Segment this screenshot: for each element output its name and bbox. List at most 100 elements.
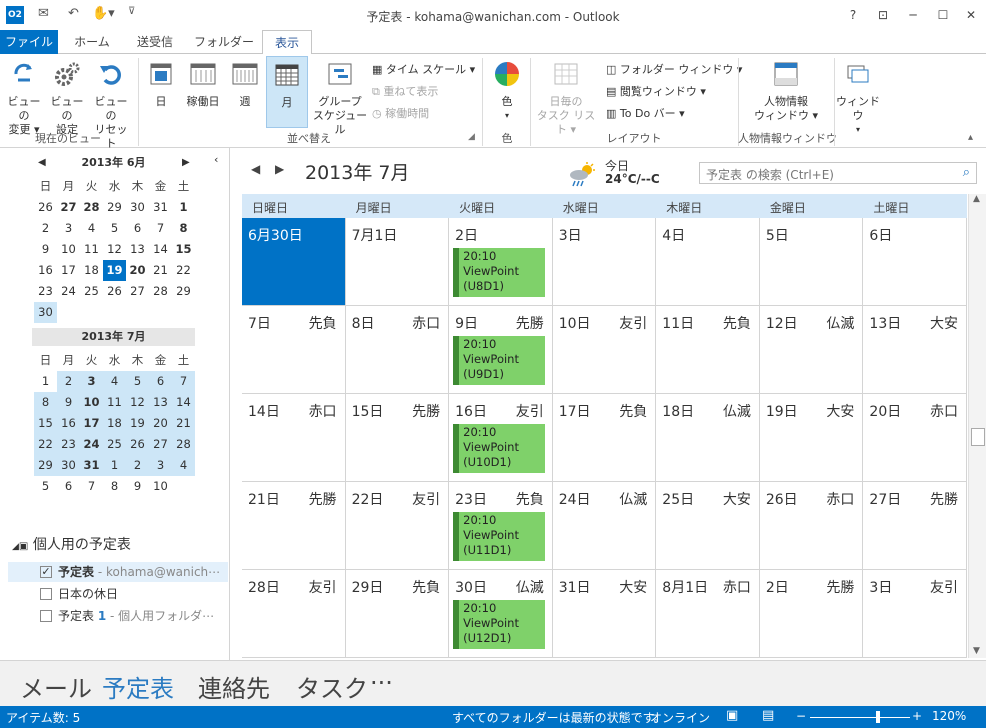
- folder-pane-button[interactable]: ◫ フォルダー ウィンドウ ▾: [606, 60, 742, 80]
- todo-bar-button[interactable]: ▥ To Do バー ▾: [606, 104, 685, 124]
- mini-cal-day[interactable]: 11: [103, 392, 126, 413]
- mini-cal-day[interactable]: 7: [80, 476, 103, 497]
- prev-month-button[interactable]: ◀: [251, 162, 260, 176]
- view-settings-button[interactable]: ビューの 設定: [46, 60, 88, 137]
- mini-cal-day[interactable]: 7: [149, 218, 172, 239]
- mini-cal-day[interactable]: 27: [126, 281, 149, 302]
- collapse-ribbon-icon[interactable]: ▴: [968, 132, 973, 143]
- day-cell[interactable]: 15日 先勝: [345, 394, 450, 482]
- day-cell[interactable]: 11日 先負: [656, 306, 760, 394]
- appointment[interactable]: 20:10 ViewPoint (U10D1): [453, 424, 546, 473]
- tab-folder[interactable]: フォルダー: [188, 30, 260, 54]
- day-cell[interactable]: 21日 先勝: [242, 482, 346, 570]
- mini-cal-day[interactable]: 26: [34, 197, 57, 218]
- day-cell[interactable]: 17日 先負: [552, 394, 657, 482]
- mini-cal-day[interactable]: 16: [57, 413, 80, 434]
- nav-calendar[interactable]: 予定表: [102, 669, 174, 704]
- nav-tasks[interactable]: タスク: [296, 669, 368, 704]
- day-cell[interactable]: 4日: [656, 218, 760, 306]
- day-cell[interactable]: 22日 友引: [345, 482, 450, 570]
- mini-cal-day[interactable]: 20: [126, 260, 149, 281]
- day-cell[interactable]: 27日 先勝: [863, 482, 967, 570]
- mini-cal-day[interactable]: 21: [172, 413, 195, 434]
- mini-cal-day[interactable]: 4: [172, 455, 195, 476]
- day-cell[interactable]: 19日 大安: [759, 394, 864, 482]
- mini-cal-day[interactable]: 27: [149, 434, 172, 455]
- day-cell[interactable]: 18日 仏滅: [656, 394, 760, 482]
- mini-cal-day[interactable]: 18: [80, 260, 103, 281]
- mini-cal-day[interactable]: 31: [149, 197, 172, 218]
- mini-cal-day[interactable]: 12: [126, 392, 149, 413]
- month-view-button[interactable]: 月: [266, 56, 308, 128]
- day-cell[interactable]: 3日: [552, 218, 657, 306]
- day-view-button[interactable]: 日: [144, 60, 178, 109]
- day-cell[interactable]: 7日 先負: [242, 306, 346, 394]
- mini-cal-day[interactable]: 21: [149, 260, 172, 281]
- mini-cal-day[interactable]: 10: [80, 392, 103, 413]
- maximize-button[interactable]: ☐: [932, 4, 954, 26]
- mini-cal-day[interactable]: 26: [103, 281, 126, 302]
- reading-view-icon[interactable]: ▤: [762, 708, 774, 723]
- appointment[interactable]: 20:10 ViewPoint (U9D1): [453, 336, 546, 385]
- minimize-button[interactable]: ─: [902, 4, 924, 26]
- day-cell[interactable]: 12日 仏滅: [759, 306, 864, 394]
- change-view-button[interactable]: ビューの 変更 ▾: [4, 60, 44, 137]
- mini-cal-day[interactable]: 12: [103, 239, 126, 260]
- mini-cal-day[interactable]: 29: [34, 455, 57, 476]
- mini-cal-day[interactable]: 30: [57, 455, 80, 476]
- mini-cal-day[interactable]: 24: [80, 434, 103, 455]
- calendar-search-input[interactable]: 予定表 の検索 (Ctrl+E) ⌕: [699, 162, 977, 184]
- close-button[interactable]: ✕: [960, 4, 982, 26]
- mini-cal-day[interactable]: 14: [172, 392, 195, 413]
- mini-cal-day[interactable]: 29: [103, 197, 126, 218]
- day-cell[interactable]: 26日 赤口: [759, 482, 864, 570]
- mini-cal-day[interactable]: 28: [80, 197, 103, 218]
- day-cell[interactable]: 8月1日 赤口: [656, 570, 760, 658]
- day-cell[interactable]: 20日 赤口: [863, 394, 967, 482]
- mini-cal-day[interactable]: 9: [57, 392, 80, 413]
- nav-more[interactable]: ···: [370, 669, 393, 697]
- mini-cal-day[interactable]: 23: [34, 281, 57, 302]
- vertical-scrollbar[interactable]: ▲ ▼: [968, 194, 986, 658]
- mini-cal-day[interactable]: 2: [57, 371, 80, 392]
- mini-cal-day[interactable]: 31: [80, 455, 103, 476]
- mini-cal-day[interactable]: 22: [34, 434, 57, 455]
- day-cell[interactable]: 13日 大安: [863, 306, 967, 394]
- mini-cal-day[interactable]: 7: [172, 371, 195, 392]
- mini-cal-day[interactable]: 20: [149, 413, 172, 434]
- mini-cal-day[interactable]: 3: [80, 371, 103, 392]
- calendar-item-main[interactable]: ✓ 予定表 - kohama@wanich⋯: [8, 562, 228, 582]
- day-cell[interactable]: 6日: [863, 218, 967, 306]
- window-button[interactable]: ウィンドウ ▾: [836, 60, 880, 137]
- mini-cal-day[interactable]: 5: [103, 218, 126, 239]
- mini-cal-day[interactable]: 30: [34, 302, 57, 323]
- mini-cal-day[interactable]: 24: [57, 281, 80, 302]
- mini-cal-day[interactable]: 19: [126, 413, 149, 434]
- time-scale-button[interactable]: ▦ タイム スケール ▾: [372, 60, 475, 80]
- mini-cal-day[interactable]: 28: [172, 434, 195, 455]
- calendar-item-personal[interactable]: 予定表 1 - 個人用フォルダ⋯: [40, 606, 214, 626]
- mini-cal-day[interactable]: 3: [57, 218, 80, 239]
- collapse-pane-icon[interactable]: ‹: [214, 153, 218, 166]
- normal-view-icon[interactable]: ▣: [726, 708, 738, 723]
- zoom-out-icon[interactable]: −: [796, 709, 806, 723]
- mini-cal-day[interactable]: 8: [172, 218, 195, 239]
- day-cell[interactable]: 9日 先勝 20:10 ViewPoint (U9D1): [449, 306, 553, 394]
- mini-cal-day[interactable]: 29: [172, 281, 195, 302]
- nav-people[interactable]: 連絡先: [198, 669, 270, 704]
- checkbox[interactable]: [40, 587, 52, 600]
- mini-cal-day[interactable]: 10: [57, 239, 80, 260]
- day-cell[interactable]: 10日 友引: [552, 306, 657, 394]
- mini-cal-day[interactable]: 10: [149, 476, 172, 497]
- next-month-button[interactable]: ▶: [275, 162, 284, 176]
- help-button[interactable]: ?: [842, 4, 864, 26]
- day-cell[interactable]: 5日: [759, 218, 864, 306]
- day-cell[interactable]: 23日 先負 20:10 ViewPoint (U11D1): [449, 482, 553, 570]
- mini-cal-day[interactable]: 13: [126, 239, 149, 260]
- day-cell[interactable]: 3日 友引: [863, 570, 967, 658]
- nav-mail[interactable]: メール: [20, 669, 92, 704]
- zoom-in-icon[interactable]: +: [912, 709, 922, 723]
- day-cell[interactable]: 16日 友引 20:10 ViewPoint (U10D1): [449, 394, 553, 482]
- checkbox[interactable]: [40, 609, 52, 622]
- mini-cal-day[interactable]: 27: [57, 197, 80, 218]
